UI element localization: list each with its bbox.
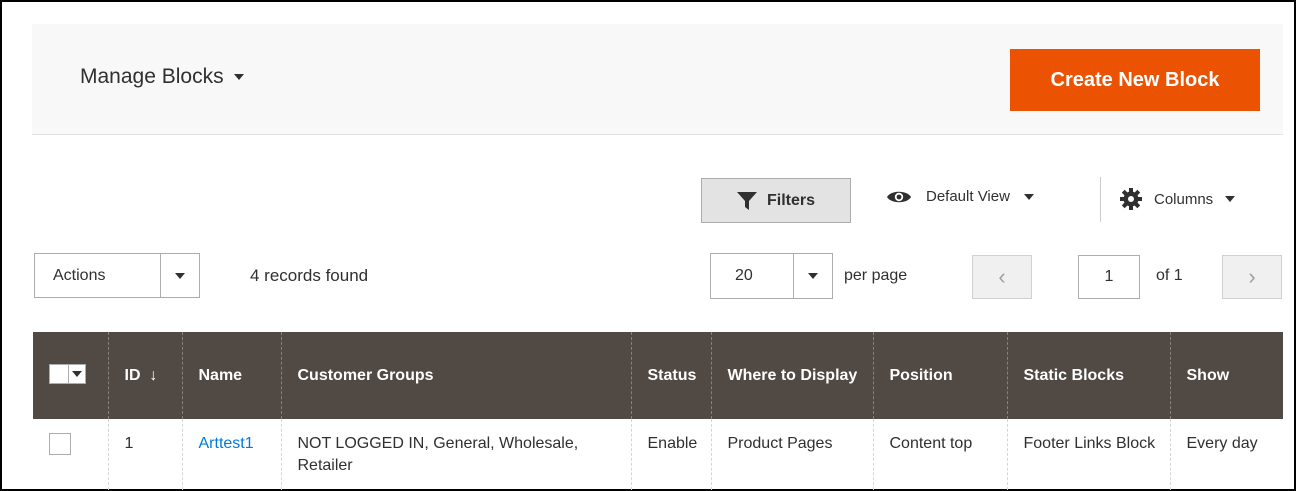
table-row[interactable]: 1 Arttest1 NOT LOGGED IN, General, Whole… bbox=[33, 419, 1283, 490]
page-title-switcher[interactable]: Manage Blocks bbox=[80, 65, 244, 89]
block-name-link[interactable]: Arttest1 bbox=[199, 435, 254, 452]
per-page-label: per page bbox=[844, 267, 908, 284]
page-title: Manage Blocks bbox=[80, 65, 224, 88]
column-header-customer-groups[interactable]: Customer Groups bbox=[280, 332, 631, 419]
per-page-value: 20 bbox=[735, 267, 753, 284]
page-number-input[interactable]: 1 bbox=[1078, 255, 1140, 299]
cell-where-to-display: Product Pages bbox=[710, 419, 873, 490]
cell-static-blocks: Footer Links Block bbox=[1006, 419, 1170, 490]
grid-header-row: ID ↓ Name Customer Groups Status Where t… bbox=[33, 332, 1283, 419]
cell-show: Every day bbox=[1169, 419, 1283, 490]
column-label: ID bbox=[124, 366, 141, 384]
chevron-left-icon: ‹ bbox=[998, 264, 1006, 289]
column-header-static-blocks[interactable]: Static Blocks bbox=[1006, 332, 1170, 419]
actions-toggle[interactable] bbox=[160, 254, 199, 297]
next-page-button[interactable]: › bbox=[1222, 255, 1282, 299]
column-header-position[interactable]: Position bbox=[872, 332, 1007, 419]
create-new-block-button[interactable]: Create New Block bbox=[1010, 49, 1260, 111]
column-label: Customer Groups bbox=[297, 366, 434, 384]
records-count: 4 records found bbox=[250, 266, 369, 285]
column-header-where-to-display[interactable]: Where to Display bbox=[710, 332, 873, 419]
column-label: Name bbox=[198, 366, 243, 384]
blocks-grid: ID ↓ Name Customer Groups Status Where t… bbox=[33, 332, 1283, 490]
page-total: of 1 bbox=[1156, 267, 1183, 284]
per-page-toggle[interactable] bbox=[793, 254, 832, 298]
column-header-name[interactable]: Name bbox=[181, 332, 281, 419]
filters-button[interactable]: Filters bbox=[701, 178, 851, 223]
column-header-status[interactable]: Status bbox=[630, 332, 711, 419]
caret-down-icon bbox=[233, 74, 244, 80]
mass-select-header[interactable] bbox=[33, 332, 108, 419]
toolbar-divider bbox=[1100, 177, 1101, 222]
caret-down-icon bbox=[72, 370, 82, 377]
caret-down-icon bbox=[1225, 196, 1236, 202]
cell-position: Content top bbox=[872, 419, 1007, 490]
view-switcher[interactable]: Default View bbox=[886, 188, 1034, 205]
eye-icon bbox=[887, 191, 911, 202]
gear-icon bbox=[1120, 188, 1142, 210]
columns-control[interactable]: Columns bbox=[1120, 188, 1236, 210]
mass-select-toggle[interactable] bbox=[68, 364, 85, 383]
column-label: Static Blocks bbox=[1023, 366, 1124, 384]
view-label: Default View bbox=[926, 188, 1010, 205]
chevron-right-icon: › bbox=[1248, 264, 1256, 289]
cell-id: 1 bbox=[107, 419, 182, 490]
column-label: Status bbox=[647, 366, 697, 384]
mass-select-control[interactable] bbox=[49, 363, 86, 384]
cell-status: Enable bbox=[630, 419, 711, 490]
filter-icon bbox=[736, 191, 757, 210]
previous-page-button[interactable]: ‹ bbox=[972, 255, 1032, 299]
sort-arrow-icon: ↓ bbox=[149, 366, 158, 384]
column-header-id[interactable]: ID ↓ bbox=[107, 332, 182, 419]
caret-down-icon bbox=[1023, 193, 1034, 200]
column-label: Position bbox=[889, 366, 953, 384]
per-page-select[interactable]: 20 bbox=[710, 253, 833, 299]
column-label: Show bbox=[1186, 366, 1230, 384]
filters-label: Filters bbox=[766, 191, 815, 209]
row-select-cell bbox=[33, 419, 108, 490]
column-label: Where to Display bbox=[727, 366, 858, 384]
caret-down-icon bbox=[808, 273, 818, 279]
row-checkbox[interactable] bbox=[49, 433, 71, 455]
actions-label: Actions bbox=[53, 266, 106, 284]
cell-name: Arttest1 bbox=[181, 419, 281, 490]
cell-customer-groups: NOT LOGGED IN, General, Wholesale, Retai… bbox=[280, 419, 631, 490]
actions-dropdown[interactable]: Actions bbox=[34, 253, 200, 298]
columns-label: Columns bbox=[1154, 190, 1214, 208]
column-header-show[interactable]: Show bbox=[1169, 332, 1283, 419]
mass-select-checkbox[interactable] bbox=[50, 364, 68, 383]
caret-down-icon bbox=[175, 272, 185, 279]
